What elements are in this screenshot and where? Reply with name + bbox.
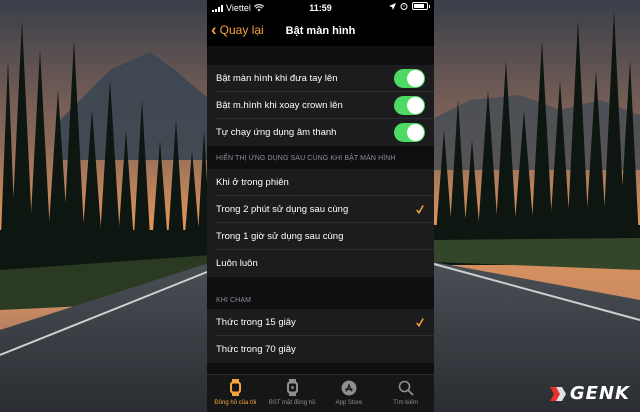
phone-screen: Viettel 11:59 ‹ Quay lại Bật màn hình Bậ…: [207, 0, 434, 412]
option-label: Luôn luôn: [216, 258, 258, 269]
toggle-row-crown: Bật m.hình khi xoay crown lên: [207, 92, 434, 119]
tab-label: App Store: [335, 400, 363, 406]
toggle-knob: [407, 124, 424, 141]
app-store-icon: [340, 379, 357, 396]
toggle-label: Bật m.hình khi xoay crown lên: [216, 100, 343, 111]
toggle-knob: [407, 97, 424, 114]
option-label: Khi ở trong phiên: [216, 177, 289, 188]
toggle-label: Bật màn hình khi đưa tay lên: [216, 73, 338, 84]
settings-list: Bật màn hình khi đưa tay lên Bật m.hình …: [207, 46, 434, 374]
location-icon: [389, 2, 396, 10]
tab-label: BST mặt đồng hồ: [268, 400, 316, 406]
toggle-label: Tự chạy ứng dụng âm thanh: [216, 127, 337, 138]
search-icon: [397, 379, 414, 396]
option-label: Trong 1 giờ sử dụng sau cùng: [216, 231, 344, 242]
checkmark-icon: [416, 318, 424, 328]
tab-bar: Đồng hồ của tôi BST mặt đồng hồ App Stor…: [207, 374, 434, 412]
tab-my-watch[interactable]: Đồng hồ của tôi: [207, 375, 264, 412]
battery-icon: [412, 2, 430, 10]
option-row-wake-70-seconds[interactable]: Thức trong 70 giây: [207, 336, 434, 363]
section-header-show-last-app: HIỂN THỊ ỨNG DỤNG SAU CÙNG KHI BẬT MÀN H…: [216, 155, 396, 162]
toggle-row-raise-wrist: Bật màn hình khi đưa tay lên: [207, 65, 434, 92]
toggle-switch-raise-wrist[interactable]: [394, 69, 425, 88]
option-label: Thức trong 70 giây: [216, 344, 296, 355]
tab-search[interactable]: Tìm kiếm: [377, 375, 434, 412]
option-row-wake-15-seconds[interactable]: Thức trong 15 giây: [207, 309, 434, 336]
option-row-within-2-minutes[interactable]: Trong 2 phút sử dụng sau cùng: [207, 196, 434, 223]
tab-app-store[interactable]: App Store: [321, 375, 378, 412]
toggle-switch-crown[interactable]: [394, 96, 425, 115]
tab-label: Đồng hồ của tôi: [214, 400, 257, 406]
navigation-bar: ‹ Quay lại Bật màn hình: [207, 16, 434, 46]
watch-face-icon: [284, 379, 301, 396]
option-label: Thức trong 15 giây: [216, 317, 296, 328]
option-row-within-1-hour[interactable]: Trong 1 giờ sử dụng sau cùng: [207, 223, 434, 250]
tab-watch-faces[interactable]: BST mặt đồng hồ: [264, 375, 321, 412]
tab-label: Tìm kiếm: [393, 400, 418, 406]
section-header-on-tap: KHI CHẠM: [216, 297, 252, 304]
option-label: Trong 2 phút sử dụng sau cùng: [216, 204, 349, 215]
genk-watermark: GENK: [549, 383, 630, 404]
toggle-knob: [407, 70, 424, 87]
alarm-icon: [400, 3, 408, 10]
option-row-in-session[interactable]: Khi ở trong phiên: [207, 169, 434, 196]
status-right: [389, 2, 430, 10]
status-bar: Viettel 11:59: [207, 0, 434, 16]
watermark-text: GENK: [569, 383, 630, 404]
option-row-always[interactable]: Luôn luôn: [207, 250, 434, 277]
checkmark-icon: [416, 205, 424, 215]
page-title: Bật màn hình: [285, 25, 356, 37]
watch-icon: [227, 379, 244, 396]
toggle-row-auto-launch-audio: Tự chạy ứng dụng âm thanh: [207, 119, 434, 146]
toggle-switch-auto-launch-audio[interactable]: [394, 123, 425, 142]
genk-logo-icon: [549, 386, 566, 401]
